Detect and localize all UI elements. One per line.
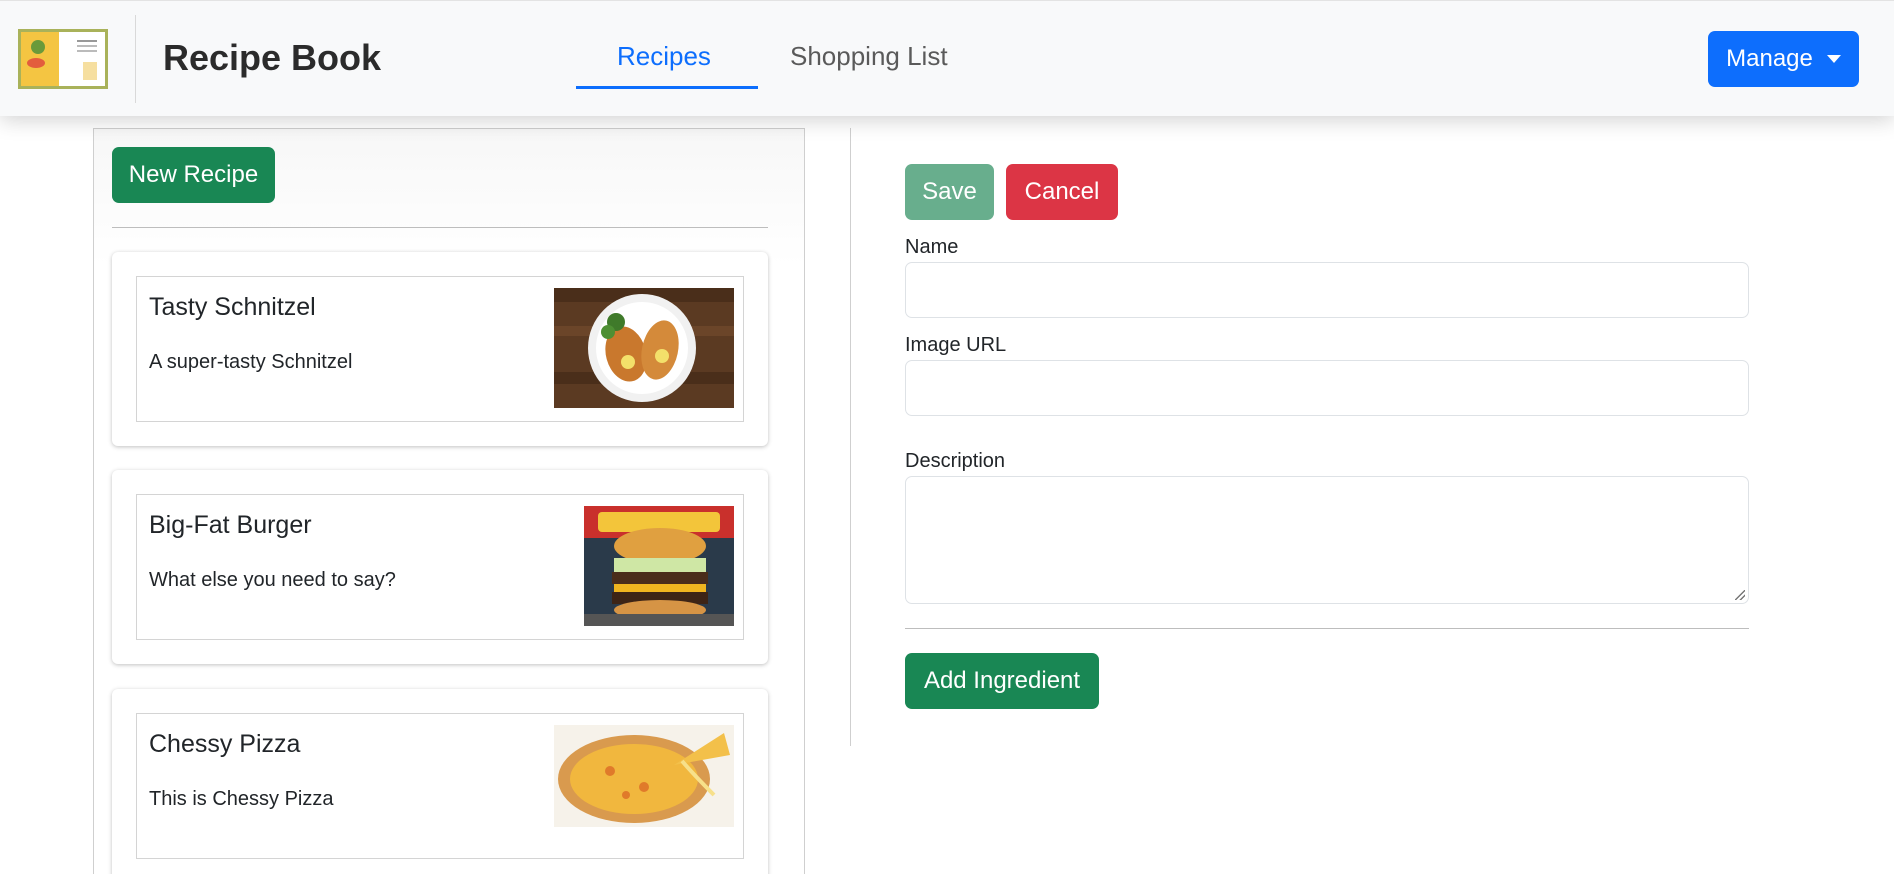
recipe-description: A super-tasty Schnitzel: [149, 351, 353, 373]
image-url-input[interactable]: [905, 360, 1749, 416]
recipe-description: This is Chessy Pizza: [149, 788, 334, 810]
recipe-item[interactable]: Tasty Schnitzel A super-tasty Schnitzel: [136, 276, 744, 422]
brand-title[interactable]: Recipe Book: [163, 37, 381, 79]
caret-down-icon: [1826, 55, 1841, 63]
recipe-name: Tasty Schnitzel: [149, 293, 316, 321]
active-tab-indicator: [576, 86, 758, 89]
description-textarea[interactable]: [905, 476, 1749, 604]
panel-divider: [850, 128, 851, 746]
name-input[interactable]: [905, 262, 1749, 318]
recipe-name: Chessy Pizza: [149, 730, 301, 758]
recipe-book-cover-icon[interactable]: [18, 29, 108, 89]
navbar: Recipe Book Recipes Shopping List Manage: [0, 0, 1894, 116]
save-button[interactable]: Save: [905, 164, 994, 220]
divider: [112, 227, 768, 228]
recipe-name: Big-Fat Burger: [149, 511, 312, 539]
cancel-button[interactable]: Cancel: [1006, 164, 1118, 220]
image-url-label: Image URL: [905, 334, 1007, 356]
name-label: Name: [905, 236, 959, 258]
recipe-image-burger: [584, 506, 734, 626]
description-label: Description: [905, 450, 1006, 472]
divider: [905, 628, 1749, 629]
brand-divider: [135, 15, 136, 103]
recipe-item[interactable]: Chessy Pizza This is Chessy Pizza: [136, 713, 744, 859]
manage-label: Manage: [1726, 45, 1813, 72]
recipe-item[interactable]: Big-Fat Burger What else you need to say…: [136, 494, 744, 640]
recipe-image-pizza: [554, 725, 734, 827]
tab-shopping-list[interactable]: Shopping List: [790, 41, 948, 72]
new-recipe-button[interactable]: New Recipe: [112, 147, 275, 203]
resize-handle-icon[interactable]: [1735, 590, 1745, 600]
tab-recipes[interactable]: Recipes: [617, 41, 711, 72]
recipe-card[interactable]: Tasty Schnitzel A super-tasty Schnitzel: [112, 252, 768, 446]
manage-dropdown-button[interactable]: Manage: [1708, 31, 1859, 87]
recipe-card[interactable]: Chessy Pizza This is Chessy Pizza: [112, 689, 768, 874]
recipe-card[interactable]: Big-Fat Burger What else you need to say…: [112, 470, 768, 664]
recipe-description: What else you need to say?: [149, 569, 396, 591]
recipe-image-schnitzel: [554, 288, 734, 408]
add-ingredient-button[interactable]: Add Ingredient: [905, 653, 1099, 709]
